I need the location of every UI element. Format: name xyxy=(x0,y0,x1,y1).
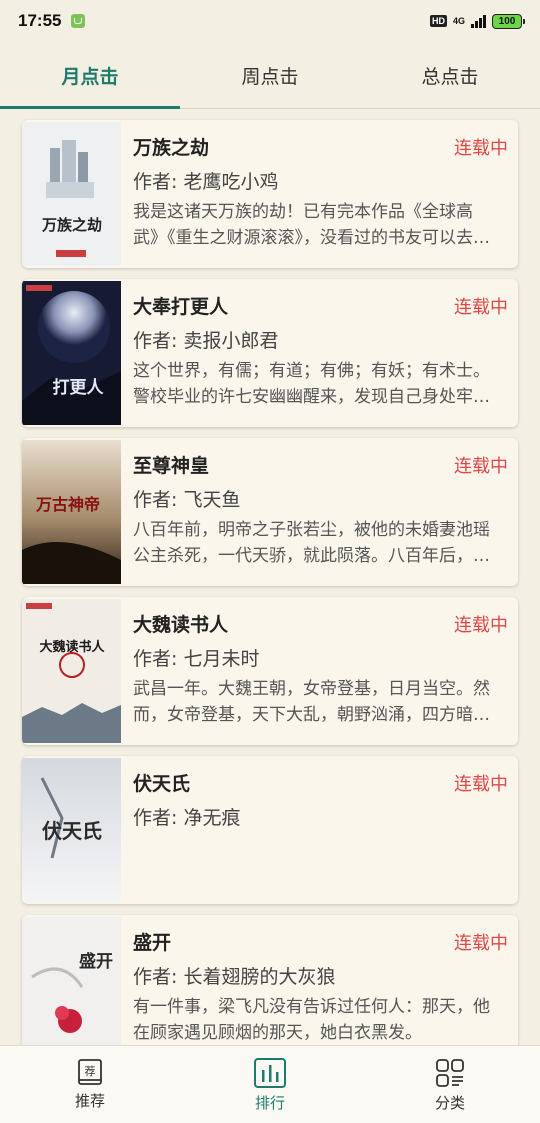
book-card[interactable]: 万古神帝 至尊神皇 连载中 作者: 飞天鱼 八百年前，明帝之子张若尘，被他的未婚… xyxy=(22,438,518,586)
book-author: 作者: 七月未时 xyxy=(133,648,260,670)
book-title: 大魏读书人 xyxy=(133,614,229,636)
book-author: 作者: 长着翅膀的大灰狼 xyxy=(133,966,336,988)
status-badge: 连载中 xyxy=(454,297,508,318)
book-card[interactable]: 盛开 盛开 连载中 作者: 长着翅膀的大灰狼 有一件事，梁飞凡没有告诉过任何人：… xyxy=(22,915,518,1063)
cover-title-text: 万古神帝 xyxy=(35,495,100,514)
book-title: 至尊神皇 xyxy=(133,455,210,477)
nav-recommend-label: 推荐 xyxy=(74,1092,105,1110)
battery-icon: 100 xyxy=(492,13,525,29)
recommend-icon-label: 荐 xyxy=(85,1065,96,1078)
book-title: 伏天氏 xyxy=(133,773,191,795)
status-badge: 连载中 xyxy=(454,138,508,159)
category-icon xyxy=(436,1059,464,1087)
tab-monthly-clicks[interactable]: 月点击 xyxy=(0,42,180,109)
nav-recommend[interactable]: 荐 推荐 xyxy=(0,1046,180,1123)
cover-title-text: 伏天氏 xyxy=(42,819,102,843)
nav-ranking[interactable]: 排行 xyxy=(180,1046,360,1123)
book-title: 万族之劫 xyxy=(133,137,210,159)
book-description: 我是这诸天万族的劫！已有完本作品《全球高武》《重生之财源滚滚》，没看过的书友可以… xyxy=(133,202,490,248)
cover-title-text: 万族之劫 xyxy=(41,216,102,234)
status-badge: 连载中 xyxy=(454,456,508,477)
book-description: 这个世界，有儒；有道；有佛；有妖；有术士。警校毕业的许七安幽幽醒来，发现自己身处… xyxy=(133,361,490,407)
signal-icon xyxy=(471,14,486,28)
nav-category[interactable]: 分类 xyxy=(360,1046,540,1123)
book-cover: 大魏读书人 xyxy=(22,599,121,743)
cover-title-text: 盛开 xyxy=(79,951,113,972)
book-author: 作者: 老鹰吃小鸡 xyxy=(133,171,279,193)
notification-icon xyxy=(71,14,86,28)
book-card[interactable]: 伏天氏 伏天氏 连载中 作者: 净无痕 xyxy=(22,756,518,904)
book-description: 有一件事，梁飞凡没有告诉过任何人：那天，他在顾家遇见顾烟的那天，她白衣黑发。 xyxy=(133,997,490,1043)
book-list: 万族之劫 万族之劫 连载中 作者: 老鹰吃小鸡 我是这诸天万族的劫！已有完本作品… xyxy=(22,120,518,1074)
book-cover: 盛开 xyxy=(22,917,121,1061)
status-badge: 连载中 xyxy=(454,615,508,636)
status-bar: 17:55 HD 4G 100 xyxy=(0,0,540,42)
tab-weekly-clicks[interactable]: 周点击 xyxy=(180,42,360,108)
book-card[interactable]: 打更人 大奉打更人 连载中 作者: 卖报小郎君 这个世界，有儒；有道；有佛；有妖… xyxy=(22,279,518,427)
book-description: 八百年前，明帝之子张若尘，被他的未婚妻池瑶公主杀死，一代天骄，就此陨落。八百年后… xyxy=(133,520,490,566)
book-author: 作者: 卖报小郎君 xyxy=(133,330,279,352)
status-badge: 连载中 xyxy=(454,933,508,954)
book-cover: 万古神帝 xyxy=(22,440,121,584)
network-type: 4G xyxy=(452,15,465,26)
ranking-tabs: 月点击 周点击 总点击 xyxy=(0,42,540,109)
book-title: 大奉打更人 xyxy=(133,296,229,318)
hd-indicator: HD xyxy=(429,15,447,27)
bottom-nav: 荐 推荐 排行 分类 xyxy=(0,1045,540,1123)
clock: 17:55 xyxy=(18,11,62,30)
battery-level: 100 xyxy=(498,15,516,27)
book-card[interactable]: 万族之劫 万族之劫 连载中 作者: 老鹰吃小鸡 我是这诸天万族的劫！已有完本作品… xyxy=(22,120,518,268)
status-badge: 连载中 xyxy=(454,774,508,795)
book-description: 武昌一年。大魏王朝，女帝登基，日月当空。然而，女帝登基，天下大乱，朝野汹涌，四方… xyxy=(133,679,490,725)
cover-title-text: 打更人 xyxy=(53,377,105,398)
book-author: 作者: 飞天鱼 xyxy=(133,489,241,511)
book-author: 作者: 净无痕 xyxy=(133,807,241,829)
nav-ranking-label: 排行 xyxy=(254,1094,285,1112)
book-card[interactable]: 大魏读书人 大魏读书人 连载中 作者: 七月未时 武昌一年。大魏王朝，女帝登基，… xyxy=(22,597,518,745)
book-cover: 打更人 xyxy=(22,281,121,425)
recommend-icon: 荐 xyxy=(78,1059,102,1085)
book-cover: 万族之劫 xyxy=(22,122,121,266)
cover-title-text: 大魏读书人 xyxy=(39,639,105,655)
tab-total-clicks[interactable]: 总点击 xyxy=(360,42,540,108)
book-cover: 伏天氏 xyxy=(22,758,121,902)
ranking-icon xyxy=(254,1058,286,1088)
nav-category-label: 分类 xyxy=(434,1094,465,1112)
book-title: 盛开 xyxy=(133,932,172,954)
